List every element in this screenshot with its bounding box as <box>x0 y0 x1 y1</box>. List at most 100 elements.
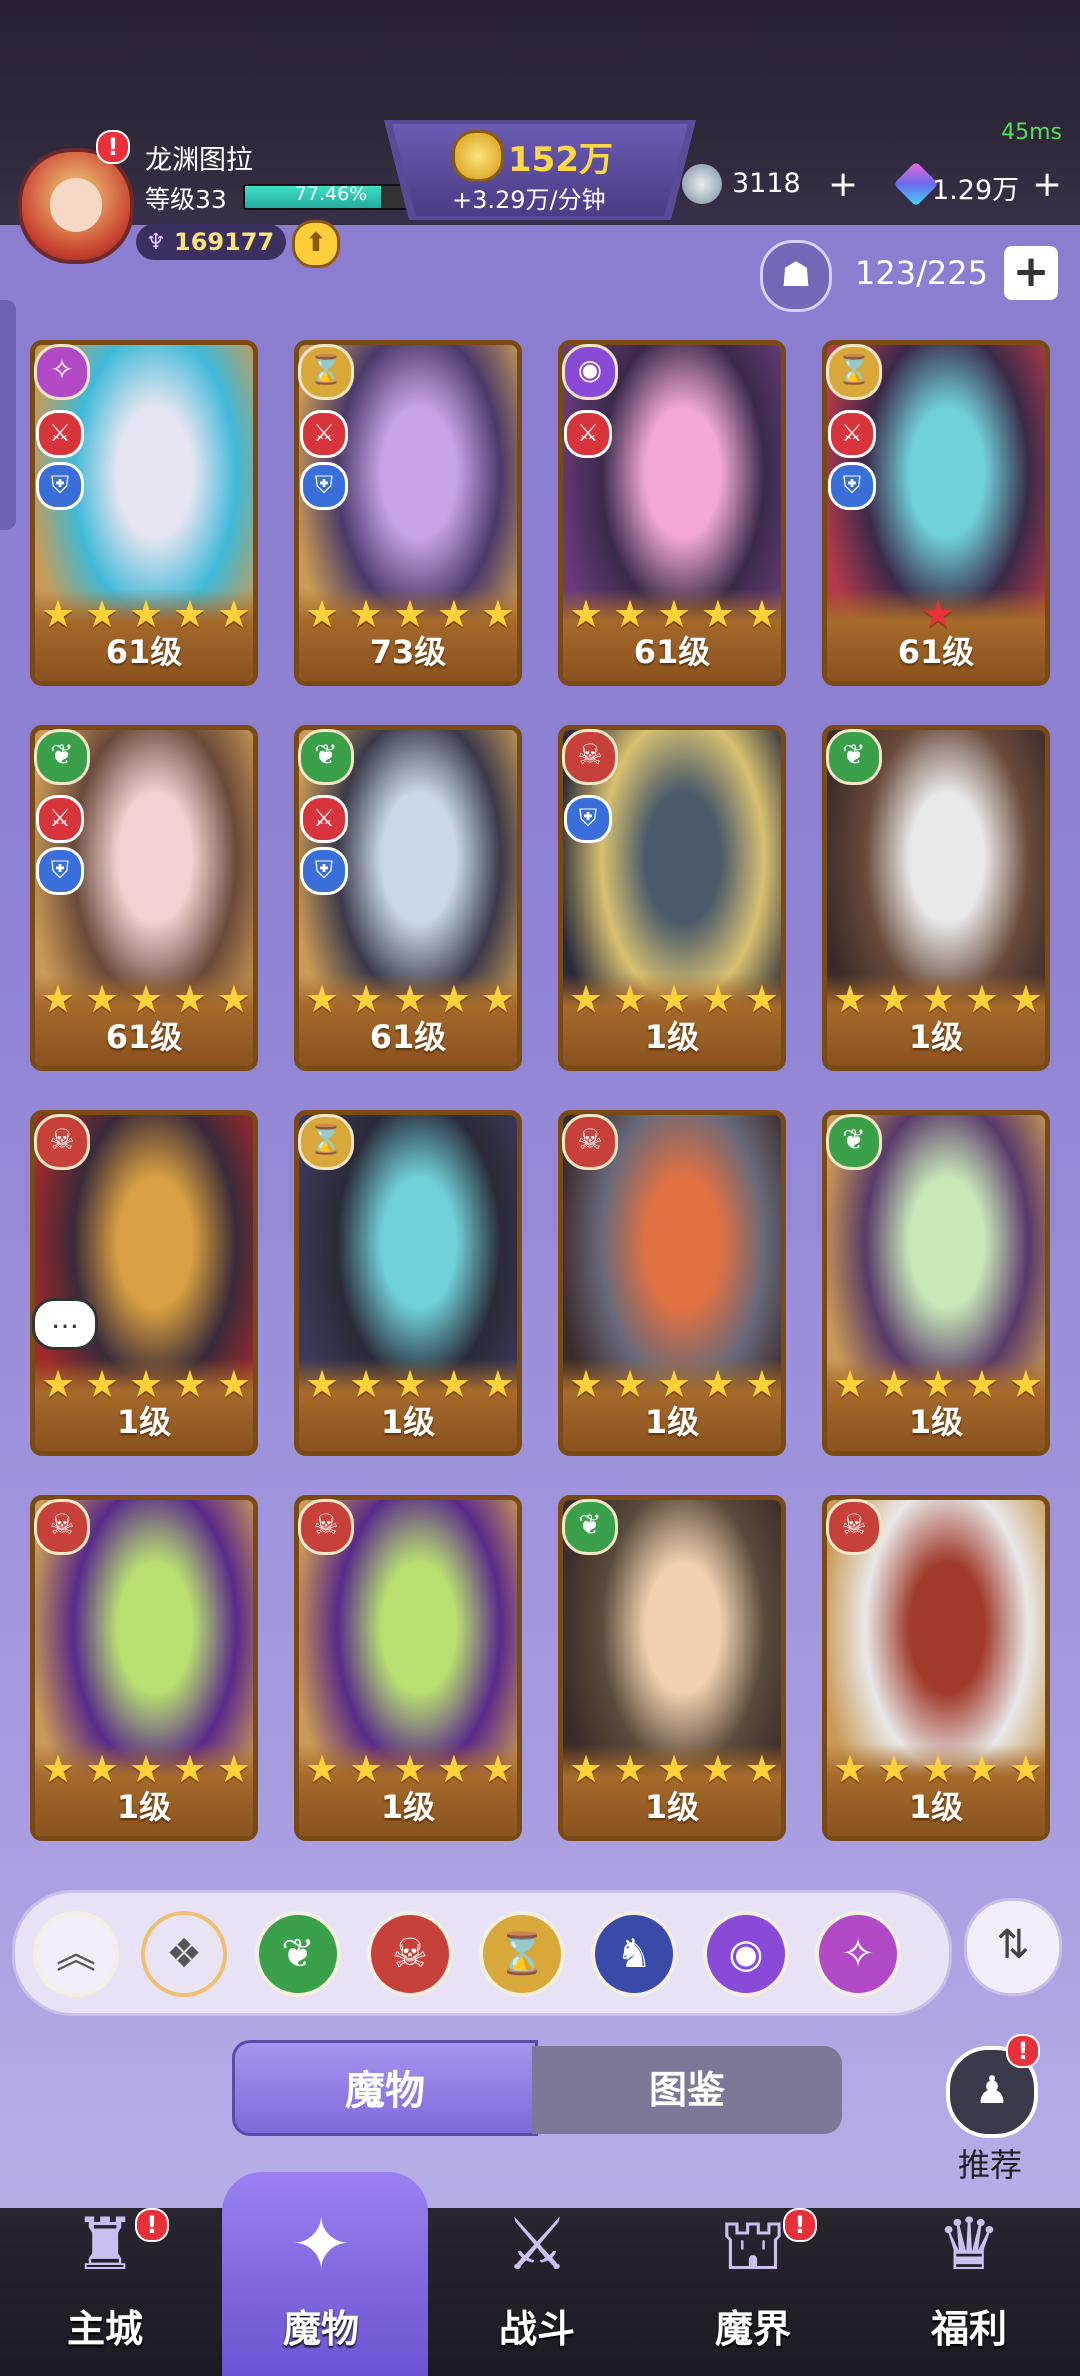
monster-card[interactable]: ★ ★ ★ ★ ★ 1级 ☠ <box>822 1495 1050 1841</box>
monster-card[interactable]: ★ ★ ★ ★ ★ 61级 ❦ ⚔ ⛨ <box>294 725 522 1071</box>
monster-level: 1级 <box>908 1018 964 1056</box>
crystal-value: 3118 <box>732 168 801 199</box>
skull-icon: ☠ <box>298 1499 354 1555</box>
monster-card[interactable]: ★ ★ ★ ★ ★ 61级 ◉ ⚔ <box>558 340 786 686</box>
filter-time-button[interactable]: ⌛ <box>479 1911 565 1997</box>
monster-level: 1级 <box>908 1788 964 1826</box>
tab-codex[interactable]: 图鉴 <box>532 2046 842 2134</box>
eye-icon: ◉ <box>562 344 618 400</box>
power-icon: ♆ <box>146 230 166 255</box>
skull-icon: ☠ <box>562 1114 618 1170</box>
recommend-label: 推荐 <box>957 2146 1022 2184</box>
gold-rate: +3.29万/分钟 <box>452 186 606 214</box>
filter-nature-button[interactable]: ❦ <box>255 1911 341 1997</box>
gold-amount: 152万 <box>508 140 613 180</box>
skull-icon: ☠ <box>562 729 618 785</box>
nav-label: 战斗 <box>498 2307 575 2351</box>
nav-item[interactable]: ✦ 魔物 <box>231 2194 411 2362</box>
nav-label: 魔界 <box>714 2307 791 2351</box>
monster-card[interactable]: ★ ★ ★ ★ ★ 1级 ☠ <box>30 1110 258 1456</box>
attack-badge-icon: ⚔ <box>300 410 348 458</box>
cat-silhouette-icon: ☗ <box>760 240 832 312</box>
monster-level: 1级 <box>380 1403 436 1441</box>
double-chevron-up-icon: ︽ <box>56 1931 96 1977</box>
hourglass-icon: ⌛ <box>298 1114 354 1170</box>
monster-card[interactable]: ★ ★ ★ ★ ★ 1级 ☠ <box>294 1495 522 1841</box>
nav-alert-icon: ! <box>783 2208 817 2242</box>
monster-level: 61级 <box>105 633 183 671</box>
side-drawer-tab[interactable] <box>0 300 16 530</box>
monster-level: 73级 <box>369 633 447 671</box>
monster-card[interactable]: ★ ★ ★ ★ ★ 1级 ☠ ⛨ <box>558 725 786 1071</box>
filter-dragon-button[interactable]: ♞ <box>591 1911 677 1997</box>
leaf-icon: ❦ <box>562 1499 618 1555</box>
filter-arcane-button[interactable]: ✧ <box>815 1911 901 1997</box>
shield-badge-icon: ⛨ <box>36 462 84 510</box>
nav-alert-icon: ! <box>135 2208 169 2242</box>
skull-icon: ☠ <box>34 1114 90 1170</box>
gem-plus-icon[interactable]: + <box>1032 164 1062 205</box>
shield-badge-icon: ⛨ <box>828 462 876 510</box>
power-display: ♆ 169177 <box>136 224 286 260</box>
skull-icon: ☠ <box>826 1499 882 1555</box>
crystal-icon <box>682 164 722 204</box>
monster-level: 61级 <box>897 633 975 671</box>
nav-item[interactable]: ⛫! 魔界 <box>663 2194 843 2362</box>
leaf-icon: ❦ <box>298 729 354 785</box>
monster-card[interactable]: ★ ★ ★ ★ ★ 1级 ⌛ <box>294 1110 522 1456</box>
expand-roster-button[interactable]: + <box>1004 246 1058 300</box>
monster-card[interactable]: ★★★★★61级⌛⚔⛨ <box>822 340 1050 686</box>
attack-badge-icon: ⚔ <box>564 410 612 458</box>
eye-icon: ◉ <box>728 1931 764 1977</box>
hourglass-icon: ⌛ <box>826 344 882 400</box>
monster-card[interactable]: ★ ★ ★ ★ ★ 1级 ❦ <box>822 725 1050 1071</box>
shield-badge-icon: ⛨ <box>36 847 84 895</box>
avatar-face <box>50 178 102 232</box>
castle-icon: ♜ <box>72 2202 138 2286</box>
leaf-icon: ❦ <box>34 729 90 785</box>
hourglass-icon: ⌛ <box>497 1931 547 1977</box>
monster-card[interactable]: ★ ★ ★ ★ ★ 1级 ☠ <box>558 1110 786 1456</box>
tab-monsters[interactable]: 魔物 <box>232 2040 538 2136</box>
filter-eye-button[interactable]: ◉ <box>703 1911 789 1997</box>
chat-bubble-icon[interactable]: … <box>32 1298 98 1350</box>
filter-collapse-button[interactable]: ︽ <box>33 1911 119 1997</box>
filter-demon-button[interactable]: ☠ <box>367 1911 453 1997</box>
crystal-plus-icon[interactable]: + <box>828 164 858 205</box>
monster-level: 1级 <box>644 1018 700 1056</box>
shield-badge-icon: ⛨ <box>300 462 348 510</box>
monster-level: 1级 <box>116 1788 172 1826</box>
nav-label: 福利 <box>930 2307 1007 2351</box>
player-avatar[interactable] <box>18 148 134 264</box>
player-level: 等级33 <box>145 185 227 214</box>
monster-card[interactable]: ★ ★ ★ ★ ★ 61级 ❦ ⚔ ⛨ <box>30 725 258 1071</box>
monster-card[interactable]: ★ ★ ★ ★ ★ 1级 ☠ <box>30 1495 258 1841</box>
monster-level: 61级 <box>633 633 711 671</box>
monster-card[interactable]: ★ ★ ★ ★ ★ 1级 ❦ <box>558 1495 786 1841</box>
monster-level: 1级 <box>644 1788 700 1826</box>
attack-badge-icon: ⚔ <box>36 410 84 458</box>
nav-item[interactable]: ♜! 主城 <box>15 2194 195 2362</box>
arcane-icon: ✧ <box>34 344 90 400</box>
power-up-button[interactable]: ⬆ <box>292 220 340 268</box>
gem-counter[interactable]: 1.29万 + <box>893 161 1076 207</box>
recommend-button[interactable]: ♟ ! 推荐 <box>940 2034 1040 2184</box>
monster-card[interactable]: ★ ★ ★ ★ ★ 73级 ⌛ ⚔ ⛨ <box>294 340 522 686</box>
power-value: 169177 <box>174 228 275 256</box>
shield-badge-icon: ⛨ <box>300 847 348 895</box>
sort-button[interactable]: ⇅ <box>964 1898 1062 1996</box>
dragon-icon: ♞ <box>616 1931 652 1977</box>
recommend-alert-icon: ! <box>1006 2034 1040 2068</box>
crystal-counter[interactable]: 3118 + <box>682 162 862 206</box>
filter-all-button[interactable]: ❖ <box>141 1911 227 1997</box>
monster-level: 1级 <box>908 1403 964 1441</box>
hourglass-icon: ⌛ <box>298 344 354 400</box>
skull-icon: ☠ <box>34 1499 90 1555</box>
monster-card[interactable]: ★ ★ ★ ★ ★ 1级 ❦ <box>822 1110 1050 1456</box>
nav-item[interactable]: ♛ 福利 <box>879 2194 1059 2362</box>
gold-panel[interactable]: 152万 +3.29万/分钟 <box>384 120 696 220</box>
nav-item[interactable]: ⚔ 战斗 <box>447 2194 627 2362</box>
monster-card[interactable]: ★ ★ ★ ★ ★ 61级 ✧ ⚔ ⛨ <box>30 340 258 686</box>
gem-value: 1.29万 <box>932 175 1020 206</box>
portal-icon: ⛫ <box>719 2202 787 2286</box>
